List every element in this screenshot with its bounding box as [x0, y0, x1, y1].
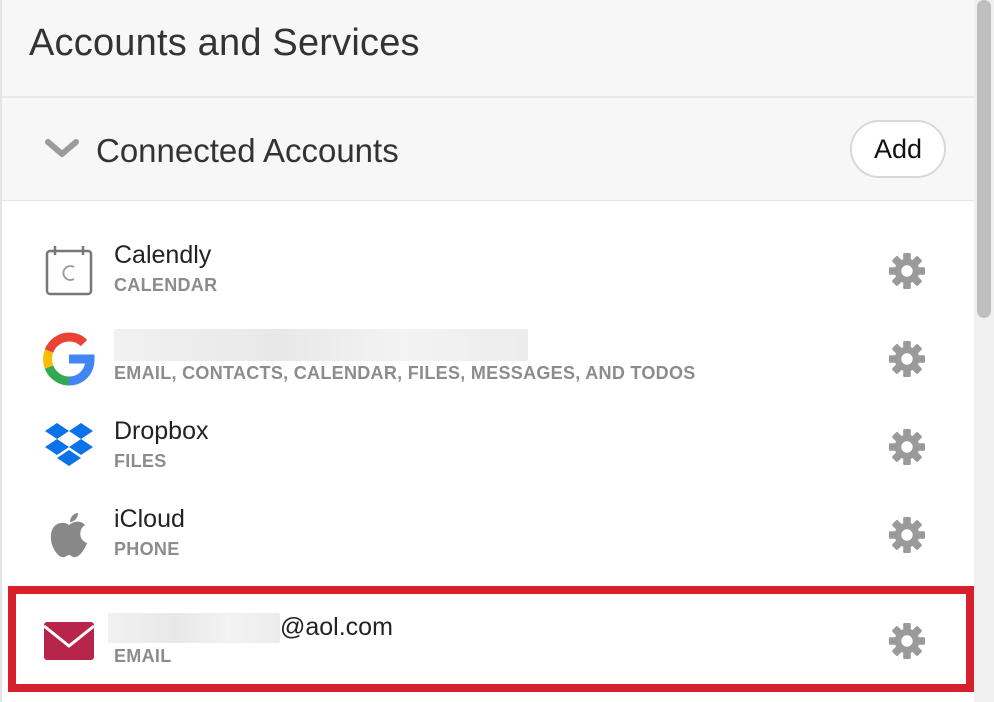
accounts-window: Accounts and Services Connected Accounts… [0, 0, 994, 702]
section-title: Connected Accounts [96, 132, 399, 169]
account-name: Calendly [114, 241, 212, 269]
account-row-icloud[interactable]: iCloud PHONE [2, 492, 974, 578]
account-services: EMAIL, CONTACTS, CALENDAR, FILES, MESSAG… [114, 363, 696, 383]
highlight-outline [8, 586, 974, 692]
account-row-calendly[interactable]: Calendly CALENDAR [2, 228, 974, 314]
dropbox-icon [45, 423, 93, 466]
account-services: CALENDAR [114, 275, 218, 295]
vertical-scrollbar[interactable] [974, 0, 994, 702]
account-name-redacted [114, 329, 528, 361]
gear-icon[interactable] [888, 252, 926, 290]
google-icon [43, 332, 95, 386]
account-name: iCloud [114, 505, 185, 533]
connected-accounts-header[interactable]: Connected Accounts Add [2, 98, 974, 201]
chevron-down-icon[interactable] [44, 138, 80, 160]
scrollbar-thumb[interactable] [977, 0, 991, 318]
gear-icon[interactable] [888, 516, 926, 554]
account-services: PHONE [114, 539, 180, 559]
page-title: Accounts and Services [29, 22, 420, 64]
gear-icon[interactable] [888, 340, 926, 378]
calendly-icon [45, 246, 93, 296]
account-row-dropbox[interactable]: Dropbox FILES [2, 404, 974, 490]
page-header: Accounts and Services [2, 0, 974, 98]
account-name: Dropbox [114, 417, 209, 445]
add-account-button[interactable]: Add [850, 120, 946, 178]
redacted-text [114, 329, 528, 361]
account-row-google[interactable]: EMAIL, CONTACTS, CALENDAR, FILES, MESSAG… [2, 316, 974, 402]
apple-icon [50, 513, 87, 558]
gear-icon[interactable] [888, 428, 926, 466]
account-services: FILES [114, 451, 167, 471]
